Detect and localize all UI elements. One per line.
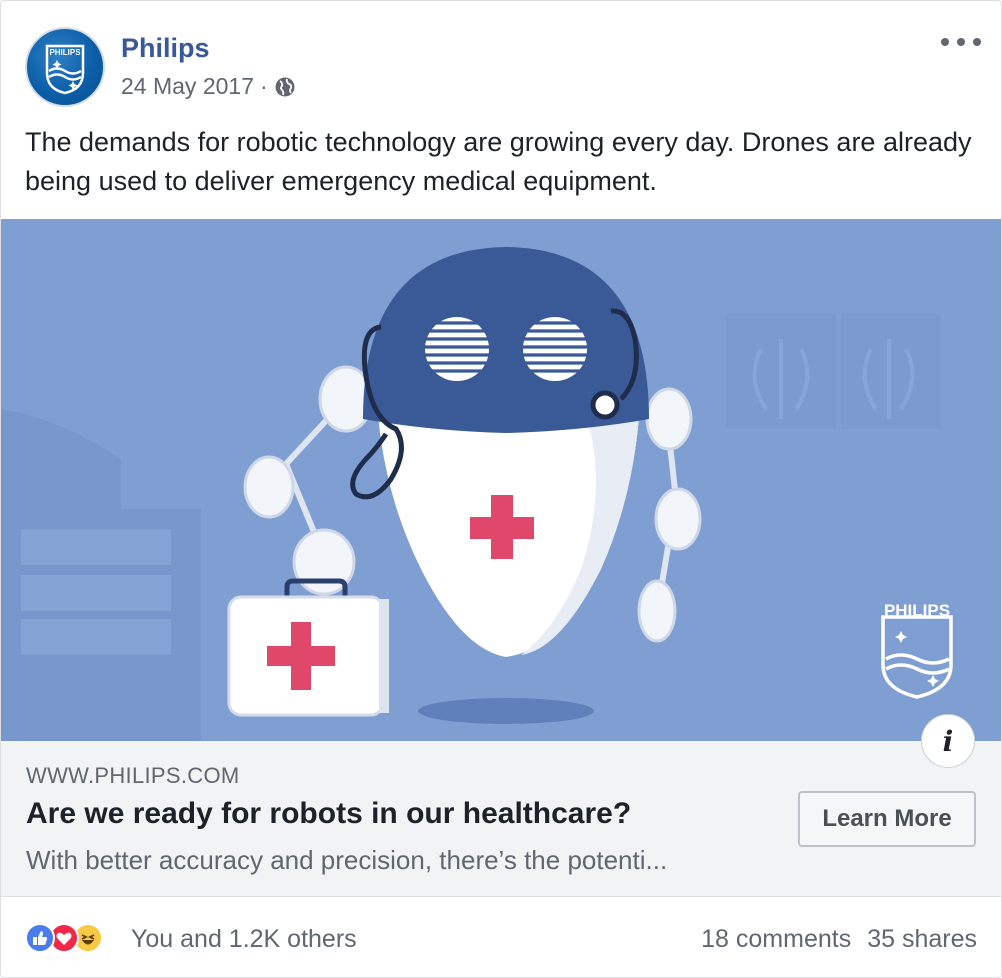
more-options-icon[interactable] [941, 31, 981, 53]
post-image[interactable]: PHILIPS [1, 219, 1001, 741]
link-domain: WWW.PHILIPS.COM [26, 763, 240, 788]
philips-shield-logo: PHILIPS [45, 44, 85, 95]
shares-count-link[interactable]: 35 shares [867, 925, 977, 954]
reaction-icons[interactable] [25, 923, 103, 953]
link-description: With better accuracy and precision, ther… [26, 845, 668, 875]
feed-post: PHILIPS Philips 24 May 2017 · The demand… [0, 0, 1002, 978]
ad-info-button[interactable]: i [921, 714, 975, 768]
page-name-link[interactable]: Philips [121, 33, 210, 64]
link-headline[interactable]: Are we ready for robots in our healthcar… [26, 797, 631, 831]
reactions-bar: You and 1.2K others 18 comments 35 share… [1, 897, 1001, 977]
page-avatar[interactable]: PHILIPS [25, 27, 105, 107]
post-header: PHILIPS Philips 24 May 2017 · [25, 25, 981, 107]
avatar-logo-text: PHILIPS [49, 48, 81, 57]
like-icon [25, 923, 55, 953]
post-stats: 18 comments 35 shares [701, 925, 977, 954]
link-preview[interactable]: WWW.PHILIPS.COM Are we ready for robots … [1, 741, 1001, 897]
reaction-count-text[interactable]: You and 1.2K others [131, 925, 357, 954]
globe-icon [274, 76, 296, 98]
post-date-link[interactable]: 24 May 2017 [121, 73, 254, 100]
comments-count-link[interactable]: 18 comments [701, 925, 851, 954]
meta-separator: · [259, 73, 268, 99]
watermark-text: PHILIPS [884, 601, 950, 620]
robot-illustration: PHILIPS [1, 247, 953, 741]
philips-watermark-logo: PHILIPS [881, 601, 953, 699]
learn-more-button[interactable]: Learn More [798, 791, 976, 847]
post-meta: 24 May 2017 · [121, 73, 296, 100]
post-text: The demands for robotic technology are g… [25, 127, 972, 196]
